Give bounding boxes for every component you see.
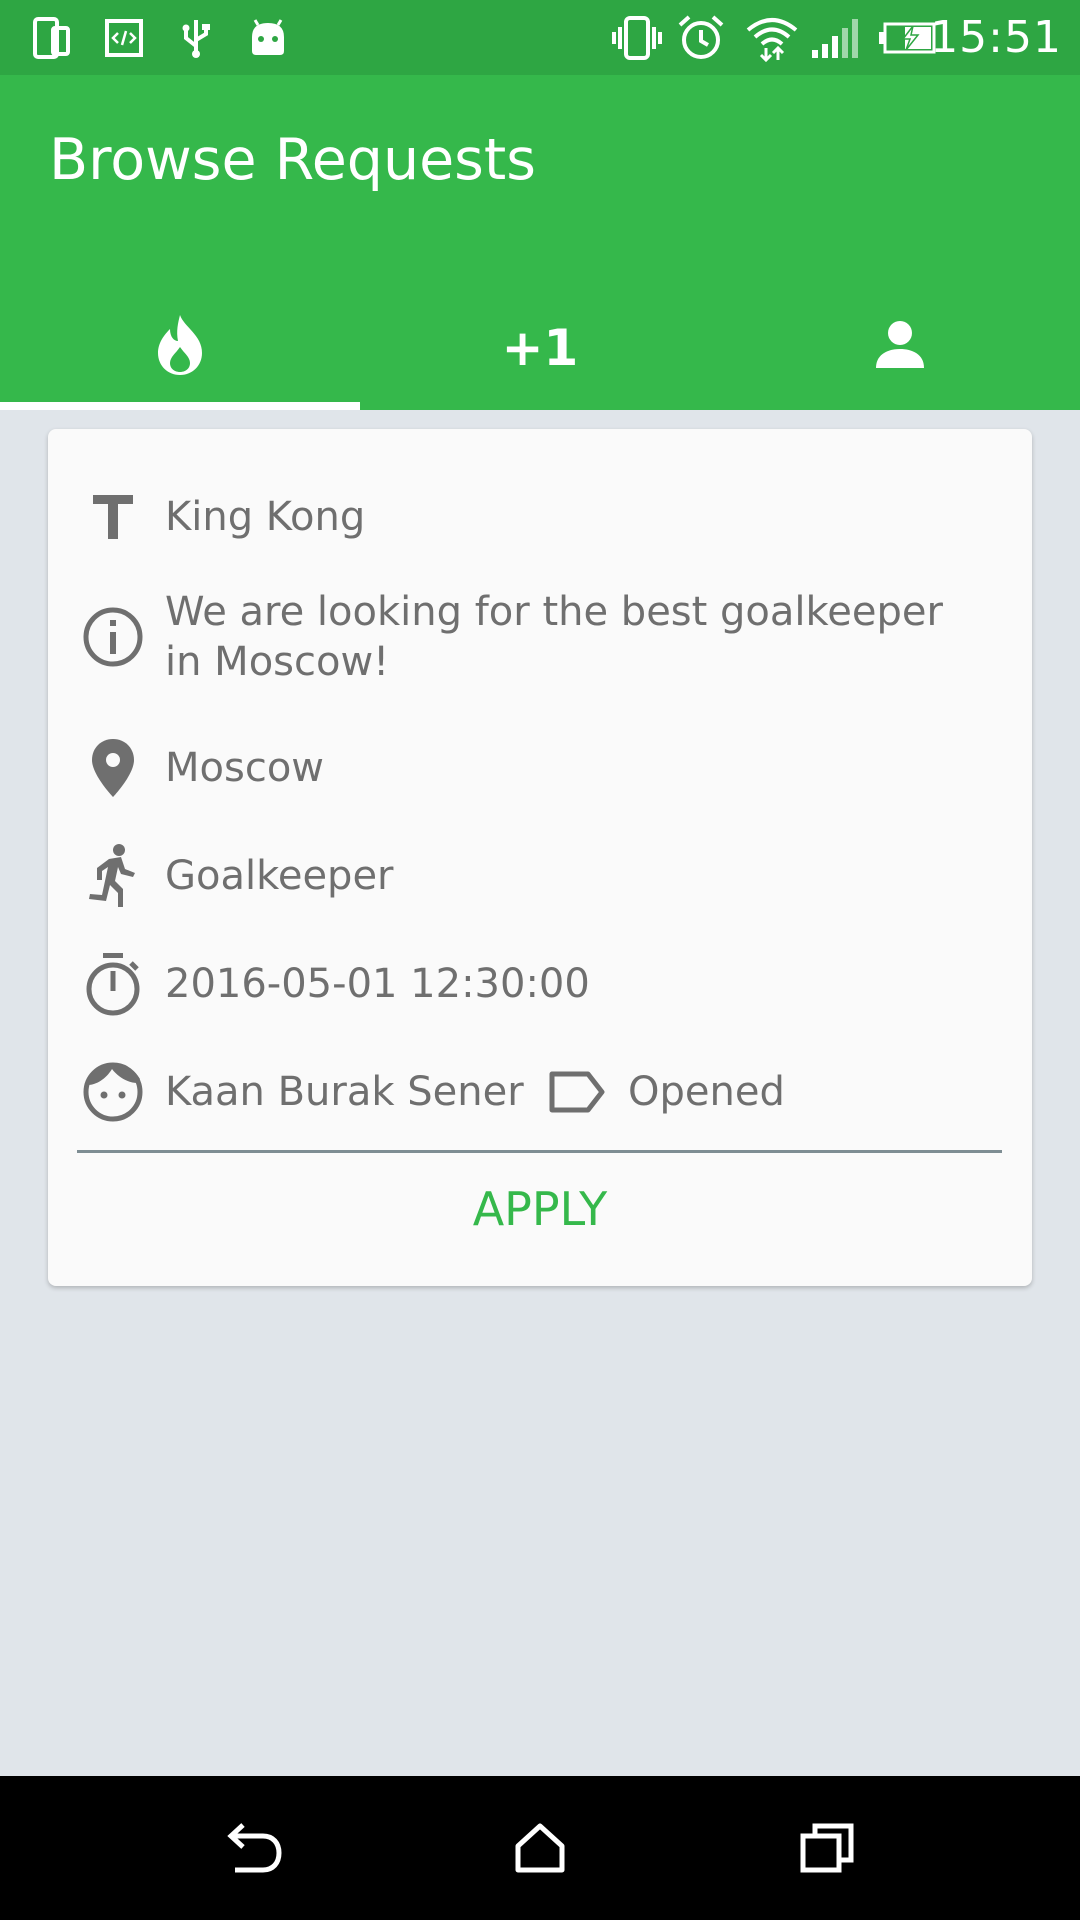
back-icon[interactable] (217, 1812, 289, 1884)
status-clock: 15:51 (930, 12, 1062, 63)
code-box-icon (102, 14, 146, 62)
request-datetime: 2016-05-01 12:30:00 (165, 961, 590, 1007)
tab-profile[interactable] (720, 285, 1080, 410)
android-icon (246, 14, 290, 62)
navigation-bar (0, 1776, 1080, 1920)
running-person-icon (80, 843, 146, 909)
apply-button[interactable]: APPLY (48, 1159, 1032, 1259)
flame-icon (154, 313, 206, 382)
home-icon[interactable] (504, 1812, 576, 1884)
person-icon (874, 320, 926, 375)
status-bar: 15:51 (0, 0, 1080, 75)
stopwatch-icon (80, 951, 146, 1017)
tab-hot[interactable] (0, 285, 360, 410)
wifi-icon (744, 14, 800, 62)
app-bar: Browse Requests +1 (0, 75, 1080, 410)
owner-status-row: Kaan Burak Sener Opened (48, 1059, 1032, 1125)
card-divider (77, 1150, 1002, 1153)
page-title: Browse Requests (49, 127, 536, 193)
request-status: Opened (628, 1069, 785, 1115)
request-location: Moscow (165, 745, 325, 791)
phone-outline-icon (30, 14, 74, 62)
request-description: We are looking for the best goalkeeper i… (165, 589, 943, 685)
datetime-row: 2016-05-01 12:30:00 (48, 951, 1032, 1017)
battery-charging-icon (876, 14, 938, 62)
request-card: King Kong We are looking for the best go… (48, 429, 1032, 1286)
request-position: Goalkeeper (165, 853, 394, 899)
description-row: We are looking for the best goalkeeper i… (48, 587, 1032, 687)
vibrate-icon (612, 14, 662, 62)
face-icon (80, 1059, 146, 1125)
tag-icon (548, 1069, 608, 1115)
tab-indicator (0, 402, 360, 410)
request-owner: Kaan Burak Sener (165, 1069, 524, 1115)
title-icon (80, 484, 146, 550)
info-icon (80, 604, 146, 670)
location-pin-icon (80, 735, 146, 801)
recents-icon[interactable] (791, 1812, 863, 1884)
tab-plus-one[interactable]: +1 (360, 285, 720, 410)
tab-plus-one-label: +1 (501, 318, 579, 377)
title-row: King Kong (48, 484, 1032, 550)
request-title: King Kong (165, 494, 366, 540)
location-row: Moscow (48, 735, 1032, 801)
alarm-icon (676, 14, 726, 62)
signal-icon (810, 14, 860, 62)
position-row: Goalkeeper (48, 843, 1032, 909)
tab-bar: +1 (0, 285, 1080, 410)
usb-icon (174, 14, 218, 62)
